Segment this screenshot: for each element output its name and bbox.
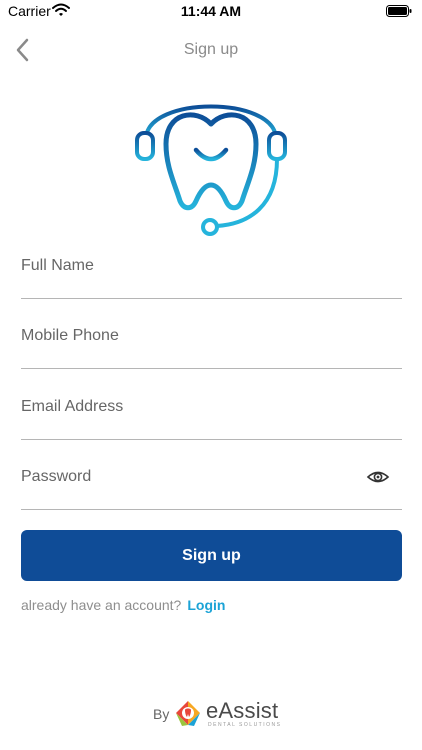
page-title: Sign up [183, 41, 239, 58]
clock: 11:44 AM [180, 3, 242, 19]
login-prompt: already have an account? Login [21, 597, 225, 613]
by-label: By [153, 706, 170, 722]
login-link[interactable]: Login [187, 597, 225, 613]
tooth-headset-icon [135, 104, 287, 236]
footer: By eAssist DENTAL SOLUTIONS [0, 697, 422, 731]
status-bar: Carrier 11:44 AM [0, 0, 422, 24]
nav-bar: Sign up [0, 30, 422, 70]
mobile-phone-field [21, 309, 402, 369]
full-name-field [21, 239, 402, 299]
signup-button[interactable]: Sign up [21, 530, 402, 581]
email-field [21, 380, 402, 440]
password-field [21, 450, 402, 510]
eye-icon[interactable] [366, 468, 390, 486]
mobile-phone-input[interactable] [21, 323, 361, 349]
brand-tagline: DENTAL SOLUTIONS [208, 722, 282, 728]
battery-icon [386, 5, 412, 17]
password-input[interactable] [21, 464, 361, 490]
full-name-input[interactable] [21, 253, 361, 279]
brand-name: eAssist [206, 698, 279, 723]
eassist-logo-icon [176, 701, 200, 726]
account-prompt-text: already have an account? [21, 597, 182, 613]
email-input[interactable] [21, 394, 361, 420]
